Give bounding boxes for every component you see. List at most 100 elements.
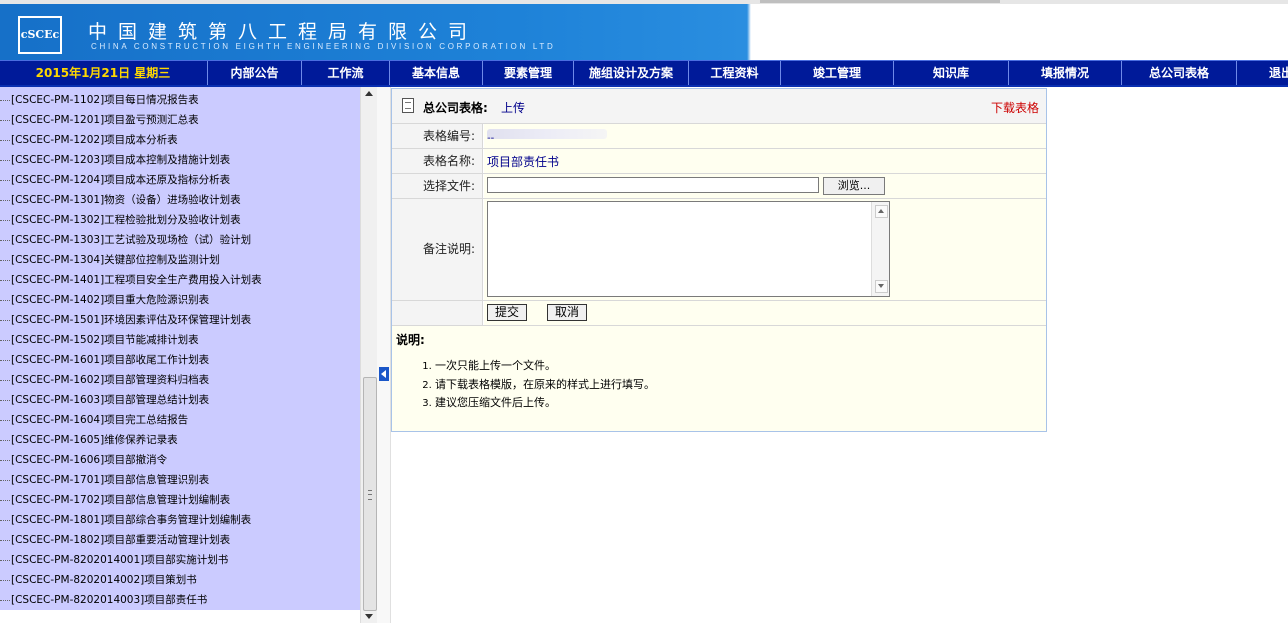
tree-item-label[interactable]: [CSCEC-PM-1303]工艺试验及现场检（试）验计划 xyxy=(11,234,251,246)
tree-item[interactable]: [CSCEC-PM-1606]项目部撤消令 xyxy=(0,450,360,470)
tree-item[interactable]: [CSCEC-PM-1801]项目部综合事务管理计划编制表 xyxy=(0,510,360,530)
tree-item[interactable]: [CSCEC-PM-1303]工艺试验及现场检（试）验计划 xyxy=(0,230,360,250)
tree-item[interactable]: [CSCEC-PM-8202014002]项目策划书 xyxy=(0,570,360,590)
tree-item-label[interactable]: [CSCEC-PM-1605]维修保养记录表 xyxy=(11,434,178,446)
note-row: 备注说明: xyxy=(392,199,1046,301)
panel-splitter[interactable] xyxy=(377,87,391,623)
nav-item-logout[interactable]: 退出 xyxy=(1236,61,1288,85)
tree-item-label[interactable]: [CSCEC-PM-1202]项目成本分析表 xyxy=(11,134,178,146)
nav-item-completion[interactable]: 竣工管理 xyxy=(780,61,893,85)
tree-item[interactable]: [CSCEC-PM-1701]项目部信息管理识别表 xyxy=(0,470,360,490)
tree-connector xyxy=(0,219,10,221)
form-name-label: 表格名称: xyxy=(392,149,483,173)
tree-item[interactable]: [CSCEC-PM-1202]项目成本分析表 xyxy=(0,130,360,150)
tree-connector xyxy=(0,559,10,561)
action-row-label-cell xyxy=(392,301,483,325)
browser-top-strip xyxy=(0,0,1288,4)
nav-item-knowledge-base[interactable]: 知识库 xyxy=(893,61,1008,85)
scroll-up-arrow-icon[interactable] xyxy=(365,91,373,96)
nav-item-hq-forms[interactable]: 总公司表格 xyxy=(1121,61,1236,85)
tree-item[interactable]: [CSCEC-PM-1204]项目成本还原及指标分析表 xyxy=(0,170,360,190)
tree-item-label[interactable]: [CSCEC-PM-1402]项目重大危险源识别表 xyxy=(11,294,209,306)
note-textarea[interactable] xyxy=(487,201,890,297)
textarea-scroll-up-icon[interactable] xyxy=(875,205,888,218)
scroll-down-arrow-icon[interactable] xyxy=(365,614,373,619)
upload-link[interactable]: 上传 xyxy=(501,99,525,116)
form-name-cell: 项目部责任书 xyxy=(484,149,1046,173)
nav-item-workflow[interactable]: 工作流 xyxy=(301,61,389,85)
current-date: 2015年1月21日 星期三 xyxy=(35,66,171,80)
tree-item[interactable]: [CSCEC-PM-1203]项目成本控制及措施计划表 xyxy=(0,150,360,170)
panel-header: 总公司表格: 上传 下载表格 xyxy=(392,89,1046,124)
tree-item-label[interactable]: [CSCEC-PM-1102]项目每日情况报告表 xyxy=(11,94,199,106)
download-form-link[interactable]: 下载表格 xyxy=(991,99,1039,116)
tree-item[interactable]: [CSCEC-PM-1702]项目部信息管理计划编制表 xyxy=(0,490,360,510)
tree-item[interactable]: [CSCEC-PM-1802]项目部重要活动管理计划表 xyxy=(0,530,360,550)
upload-form-panel: 总公司表格: 上传 下载表格 表格编号: -- 表格名称: 项目部责任书 选择文… xyxy=(391,88,1047,432)
collapse-left-icon[interactable] xyxy=(379,367,389,381)
tree-item-label[interactable]: [CSCEC-PM-1601]项目部收尾工作计划表 xyxy=(11,354,209,366)
nav-item-reporting[interactable]: 填报情况 xyxy=(1008,61,1121,85)
tree-item-label[interactable]: [CSCEC-PM-1301]物资（设备）进场验收计划表 xyxy=(11,194,241,206)
instruction-item: 请下载表格模版，在原来的样式上进行填写。 xyxy=(435,376,655,395)
submit-button[interactable]: 提交 xyxy=(487,304,527,321)
tree-item[interactable]: [CSCEC-PM-1604]项目完工总结报告 xyxy=(0,410,360,430)
tree-item[interactable]: [CSCEC-PM-1502]项目节能减排计划表 xyxy=(0,330,360,350)
tree-item[interactable]: [CSCEC-PM-8202014003]项目部责任书 xyxy=(0,590,360,610)
tree-item-label[interactable]: [CSCEC-PM-1606]项目部撤消令 xyxy=(11,454,167,466)
tree-item[interactable]: [CSCEC-PM-1402]项目重大危险源识别表 xyxy=(0,290,360,310)
nav-item-construction-plan[interactable]: 施组设计及方案 xyxy=(573,61,688,85)
tree-item[interactable]: [CSCEC-PM-1102]项目每日情况报告表 xyxy=(0,90,360,110)
nav-item-elements[interactable]: 要素管理 xyxy=(482,61,573,85)
tree-item-label[interactable]: [CSCEC-PM-1604]项目完工总结报告 xyxy=(11,414,188,426)
textarea-scroll-down-icon[interactable] xyxy=(875,280,888,293)
nav-item-announcements[interactable]: 内部公告 xyxy=(207,61,301,85)
instructions: 说明: 一次只能上传一个文件。 请下载表格模版，在原来的样式上进行填写。 建议您… xyxy=(392,326,1046,431)
tree-item[interactable]: [CSCEC-PM-1301]物资（设备）进场验收计划表 xyxy=(0,190,360,210)
tree-item[interactable]: [CSCEC-PM-1201]项目盈亏预测汇总表 xyxy=(0,110,360,130)
nav-item-basic-info[interactable]: 基本信息 xyxy=(389,61,482,85)
tree-item[interactable]: [CSCEC-PM-8202014001]项目部实施计划书 xyxy=(0,550,360,570)
tree-item-label[interactable]: [CSCEC-PM-8202014002]项目策划书 xyxy=(11,574,197,586)
instructions-list: 一次只能上传一个文件。 请下载表格模版，在原来的样式上进行填写。 建议您压缩文件… xyxy=(392,357,655,413)
tree-item-label[interactable]: [CSCEC-PM-1702]项目部信息管理计划编制表 xyxy=(11,494,230,506)
tree-bottom-space xyxy=(0,610,360,623)
tree-item-label[interactable]: [CSCEC-PM-1203]项目成本控制及措施计划表 xyxy=(11,154,230,166)
tree-item-label[interactable]: [CSCEC-PM-1501]环境因素评估及环保管理计划表 xyxy=(11,314,251,326)
nav-item-engineering-docs[interactable]: 工程资料 xyxy=(688,61,780,85)
tree-item[interactable]: [CSCEC-PM-1302]工程检验批划分及验收计划表 xyxy=(0,210,360,230)
tree-item-label[interactable]: [CSCEC-PM-1602]项目部管理资料归档表 xyxy=(11,374,209,386)
tree-item[interactable]: [CSCEC-PM-1304]关键部位控制及监测计划 xyxy=(0,250,360,270)
file-path-input[interactable] xyxy=(487,177,819,193)
tree-connector xyxy=(0,279,10,281)
cancel-button[interactable]: 取消 xyxy=(547,304,587,321)
tree-item[interactable]: [CSCEC-PM-1401]工程项目安全生产费用投入计划表 xyxy=(0,270,360,290)
tree-connector xyxy=(0,519,10,521)
tree-item-label[interactable]: [CSCEC-PM-1204]项目成本还原及指标分析表 xyxy=(11,174,230,186)
tree-item-label[interactable]: [CSCEC-PM-1502]项目节能减排计划表 xyxy=(11,334,199,346)
tree-connector xyxy=(0,499,10,501)
tree-item-label[interactable]: [CSCEC-PM-1201]项目盈亏预测汇总表 xyxy=(11,114,199,126)
file-select-cell: 浏览... xyxy=(484,174,1046,198)
tree-item-label[interactable]: [CSCEC-PM-1401]工程项目安全生产费用投入计划表 xyxy=(11,274,262,286)
tree-item[interactable]: [CSCEC-PM-1601]项目部收尾工作计划表 xyxy=(0,350,360,370)
tree-item-label[interactable]: [CSCEC-PM-1302]工程检验批划分及验收计划表 xyxy=(11,214,241,226)
form-code-cell: -- xyxy=(484,124,1046,148)
form-name-value: 项目部责任书 xyxy=(487,155,560,169)
tree-item[interactable]: [CSCEC-PM-1501]环境因素评估及环保管理计划表 xyxy=(0,310,360,330)
tree-item[interactable]: [CSCEC-PM-1605]维修保养记录表 xyxy=(0,430,360,450)
tree-item-label[interactable]: [CSCEC-PM-1801]项目部综合事务管理计划编制表 xyxy=(11,514,251,526)
tree-scrollbar[interactable] xyxy=(360,87,378,623)
tree-item[interactable]: [CSCEC-PM-1603]项目部管理总结计划表 xyxy=(0,390,360,410)
tree-item-label[interactable]: [CSCEC-PM-1304]关键部位控制及监测计划 xyxy=(11,254,220,266)
textarea-scrollbar[interactable] xyxy=(871,202,889,296)
browse-button[interactable]: 浏览... xyxy=(823,177,885,195)
tree-item-label[interactable]: [CSCEC-PM-1802]项目部重要活动管理计划表 xyxy=(11,534,230,546)
tree-item-label[interactable]: [CSCEC-PM-8202014001]项目部实施计划书 xyxy=(11,554,228,566)
tree-item[interactable]: [CSCEC-PM-1602]项目部管理资料归档表 xyxy=(0,370,360,390)
tree-item-label[interactable]: [CSCEC-PM-8202014003]项目部责任书 xyxy=(11,594,207,606)
scroll-thumb[interactable] xyxy=(363,377,377,611)
tree-item-label[interactable]: [CSCEC-PM-1701]项目部信息管理识别表 xyxy=(11,474,209,486)
main-nav: 2015年1月21日 星期三 内部公告 工作流 基本信息 要素管理 施组设计及方… xyxy=(0,60,1288,87)
tree-item-label[interactable]: [CSCEC-PM-1603]项目部管理总结计划表 xyxy=(11,394,209,406)
